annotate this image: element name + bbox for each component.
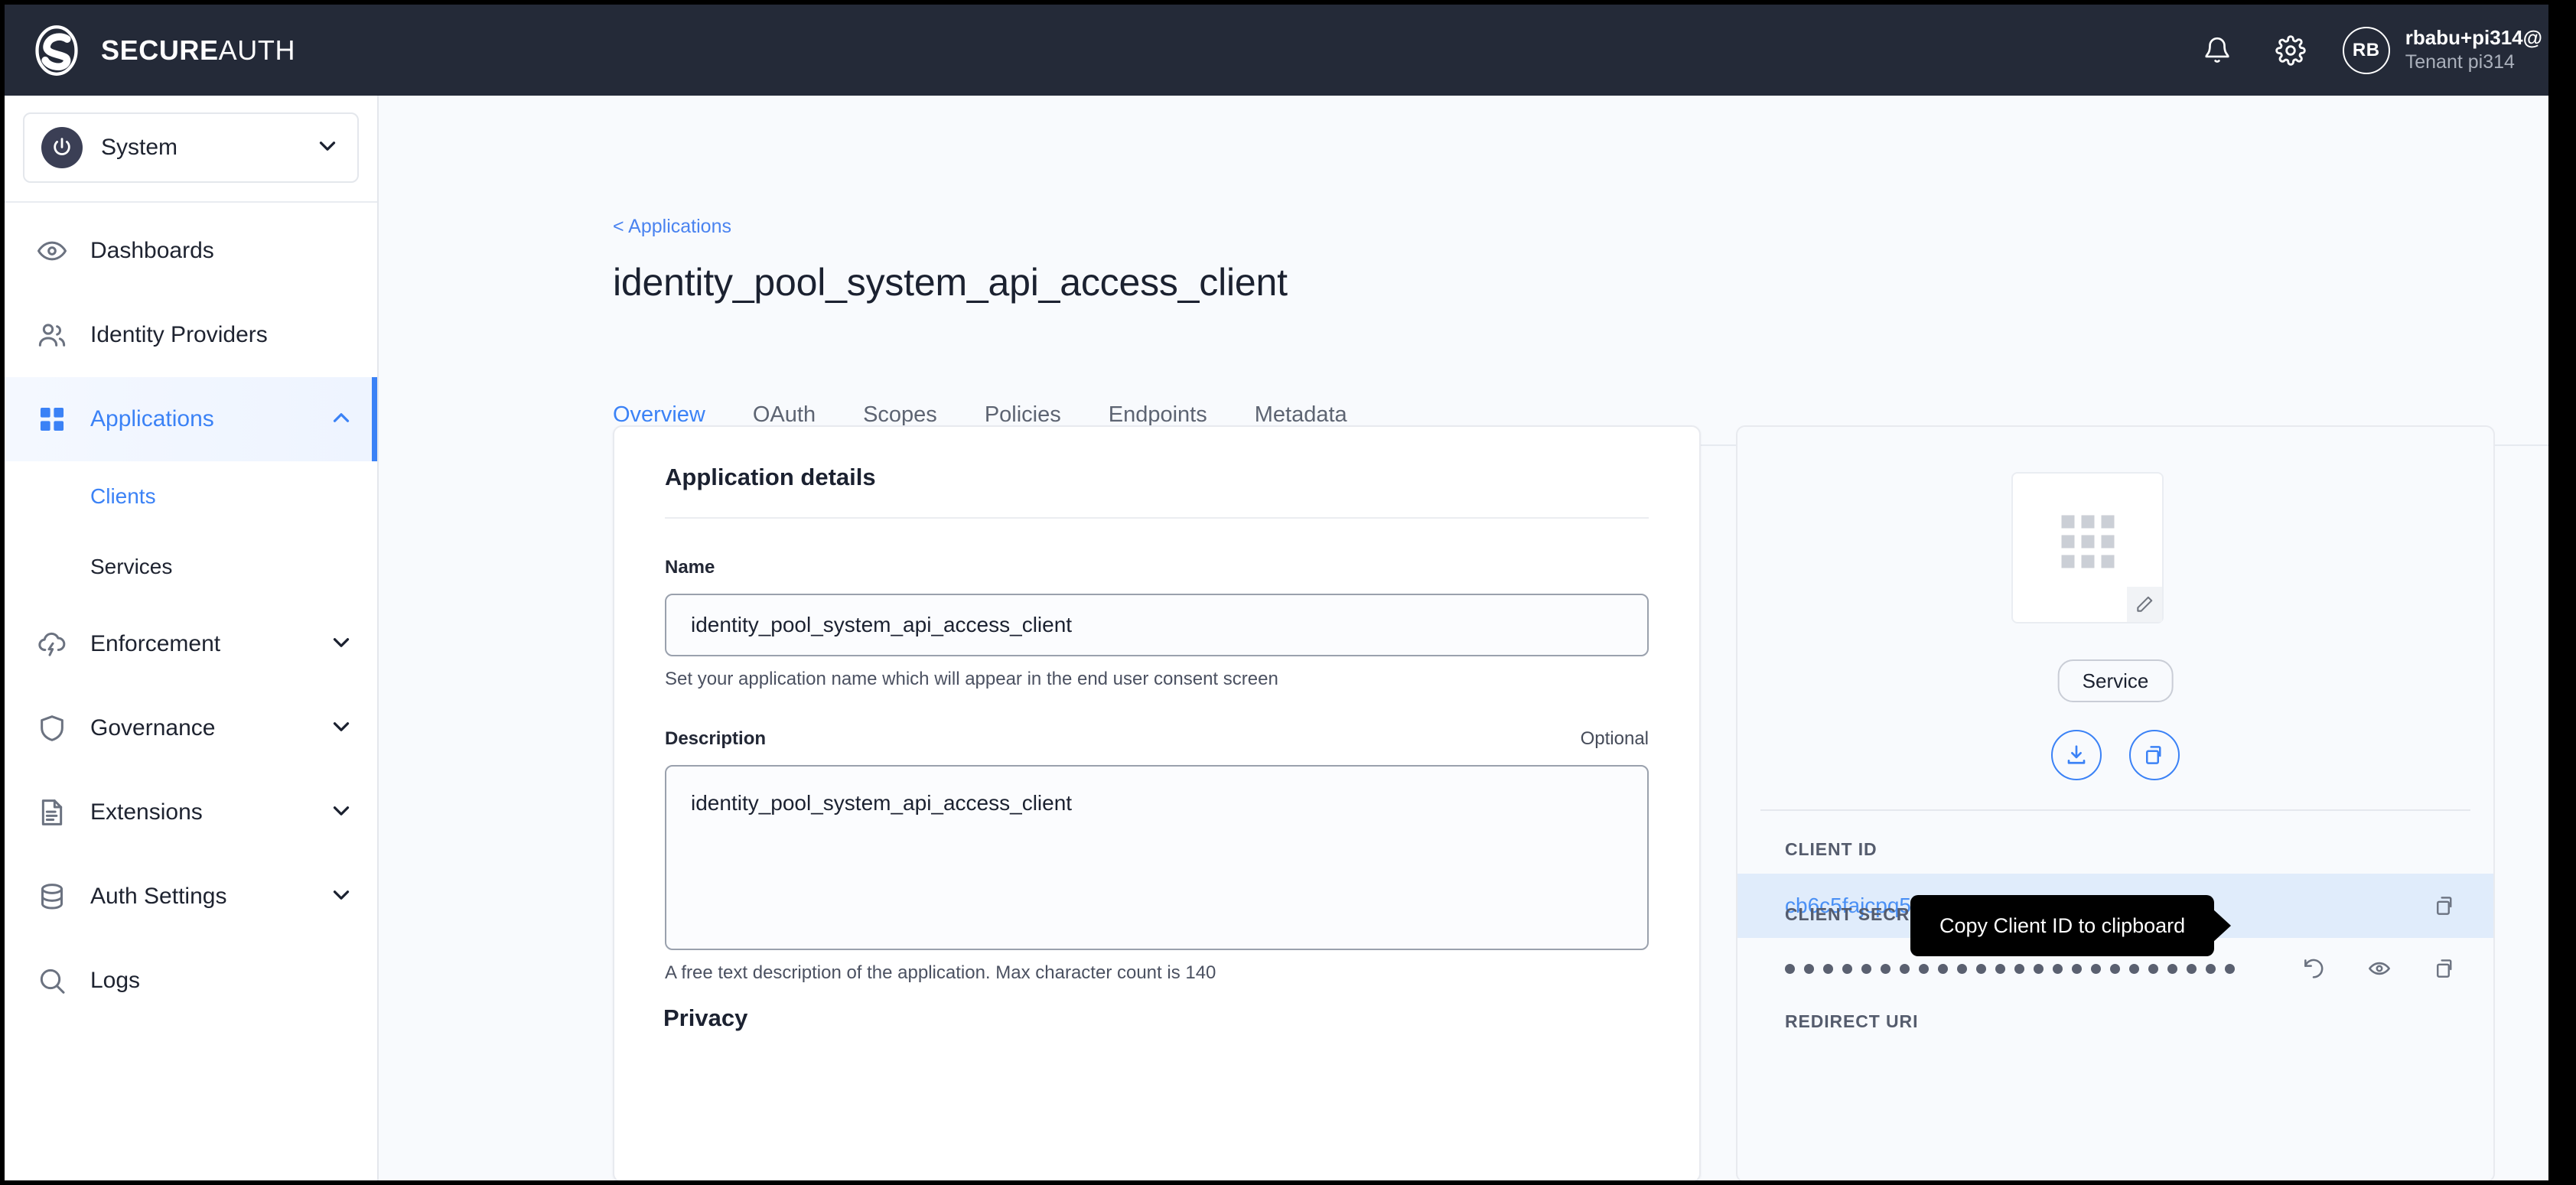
pencil-icon[interactable] [2127, 587, 2162, 622]
shield-icon [31, 713, 73, 744]
client-id-label: CLIENT ID [1785, 839, 1877, 859]
search-icon [31, 965, 73, 996]
page-title: identity_pool_system_api_access_client [613, 261, 1288, 304]
sidebar-item-auth-settings[interactable]: Auth Settings [5, 855, 377, 939]
application-type-badge[interactable]: Service [2057, 659, 2174, 702]
sidebar-item-label: Governance [90, 715, 216, 741]
chevron-down-icon [328, 798, 354, 828]
description-optional-tag: Optional [1580, 728, 1649, 749]
sidebar-subitem-services[interactable]: Services [5, 532, 377, 602]
sidebar-item-label: Auth Settings [90, 884, 227, 909]
database-icon [31, 881, 73, 912]
name-help-text: Set your application name which will app… [665, 669, 1278, 689]
sidebar-item-governance[interactable]: Governance [5, 686, 377, 770]
brand-text-bold: SECURE [101, 34, 219, 66]
tenant-selector-wrap: System [5, 96, 377, 203]
sidebar-nav: Dashboards Identity Providers Applicatio… [5, 203, 377, 1023]
sidebar-item-label: Identity Providers [90, 322, 268, 347]
sidebar-item-label: Applications [90, 406, 214, 431]
copy-icon[interactable] [2129, 730, 2180, 780]
name-input[interactable]: identity_pool_system_api_access_client [665, 594, 1649, 656]
tenant-selector-label: System [101, 135, 178, 160]
application-details-card: Application details Name identity_pool_s… [613, 425, 1701, 1180]
brand-text-light: AUTH [218, 34, 296, 66]
eye-icon[interactable] [2362, 951, 2397, 986]
name-input-value: identity_pool_system_api_access_client [691, 613, 1073, 636]
chevron-down-icon [328, 630, 354, 659]
breadcrumb[interactable]: < Applications [613, 216, 731, 238]
topbar-actions: RB rbabu+pi314@ Tenant pi314 [2196, 26, 2548, 74]
top-navigation-bar: SECUREAUTH RB rbabu+pi314@ Tenant pi314 [5, 5, 2548, 96]
description-help-text: A free text description of the applicati… [665, 962, 1216, 983]
sidebar-subitem-clients[interactable]: Clients [5, 461, 377, 532]
copy-client-id-tooltip: Copy Client ID to clipboard [1910, 895, 2215, 956]
secureauth-logo-icon [31, 24, 83, 77]
eye-icon [31, 236, 73, 266]
name-label: Name [665, 557, 715, 578]
power-icon [41, 127, 83, 168]
user-email: rbabu+pi314@ [2405, 26, 2542, 50]
gear-icon[interactable] [2269, 29, 2312, 72]
copy-icon[interactable] [2428, 888, 2463, 923]
chevron-up-icon [328, 405, 354, 435]
divider [665, 517, 1649, 519]
sidebar: System Dashboards Identity Providers App… [5, 96, 379, 1180]
application-type-label: Service [2082, 669, 2149, 692]
cloud-bolt-icon [31, 629, 73, 659]
sidebar-item-label: Logs [90, 968, 141, 993]
document-lines-icon [31, 797, 73, 828]
sidebar-subitem-label: Clients [90, 484, 156, 508]
sidebar-item-label: Extensions [90, 799, 203, 825]
sidebar-item-identity-providers[interactable]: Identity Providers [5, 293, 377, 377]
sidebar-subitem-label: Services [90, 555, 173, 578]
brand-logo-group[interactable]: SECUREAUTH [31, 24, 295, 77]
sidebar-item-label: Dashboards [90, 238, 214, 263]
grid-icon [31, 405, 73, 434]
sidebar-item-dashboards[interactable]: Dashboards [5, 209, 377, 293]
tooltip-text: Copy Client ID to clipboard [1939, 913, 2186, 937]
redirect-uri-label: REDIRECT URI [1785, 1011, 1919, 1031]
privacy-section-title: Privacy [663, 1004, 748, 1031]
sidebar-item-label: Enforcement [90, 631, 221, 656]
chevron-down-icon [328, 714, 354, 744]
description-textarea-value: identity_pool_system_api_access_client [691, 791, 1073, 815]
download-icon[interactable] [2051, 730, 2102, 780]
user-account-info[interactable]: rbabu+pi314@ Tenant pi314 [2405, 26, 2542, 73]
brand-wordmark: SECUREAUTH [101, 34, 295, 67]
sidebar-item-extensions[interactable]: Extensions [5, 770, 377, 855]
user-tenant-label: Tenant pi314 [2405, 51, 2515, 73]
copy-icon[interactable] [2428, 951, 2463, 986]
sidebar-item-enforcement[interactable]: Enforcement [5, 602, 377, 686]
main-content: < Applications identity_pool_system_api_… [379, 96, 2548, 1180]
name-field-group: Name identity_pool_system_api_access_cli… [665, 557, 1649, 690]
application-details-title: Application details [665, 464, 876, 490]
bell-icon[interactable] [2196, 29, 2239, 72]
browser-viewport: SECUREAUTH RB rbabu+pi314@ Tenant pi314 … [5, 5, 2548, 1180]
app-thumbnail [2011, 472, 2164, 623]
divider [1760, 809, 2470, 811]
chevron-down-icon [314, 133, 340, 163]
application-summary-card: Service CLIENT ID cb6c5fajcpq5idv0ph6g C… [1736, 425, 2495, 1180]
avatar-initials: RB [2352, 39, 2380, 60]
chevron-down-icon [328, 882, 354, 912]
description-textarea[interactable]: identity_pool_system_api_access_client [665, 765, 1649, 950]
users-icon [31, 320, 73, 350]
description-label: Description [665, 728, 767, 749]
tenant-selector[interactable]: System [23, 112, 359, 183]
client-secret-masked-value [1785, 963, 2235, 974]
sidebar-item-logs[interactable]: Logs [5, 939, 377, 1023]
avatar[interactable]: RB [2342, 26, 2390, 74]
sidebar-item-applications[interactable]: Applications [5, 377, 377, 461]
summary-action-buttons [2051, 730, 2180, 780]
rotate-ccw-icon[interactable] [2296, 951, 2331, 986]
app-grid-placeholder-icon [2061, 515, 2114, 568]
description-field-group: Description Optional identity_pool_syste… [665, 728, 1649, 984]
